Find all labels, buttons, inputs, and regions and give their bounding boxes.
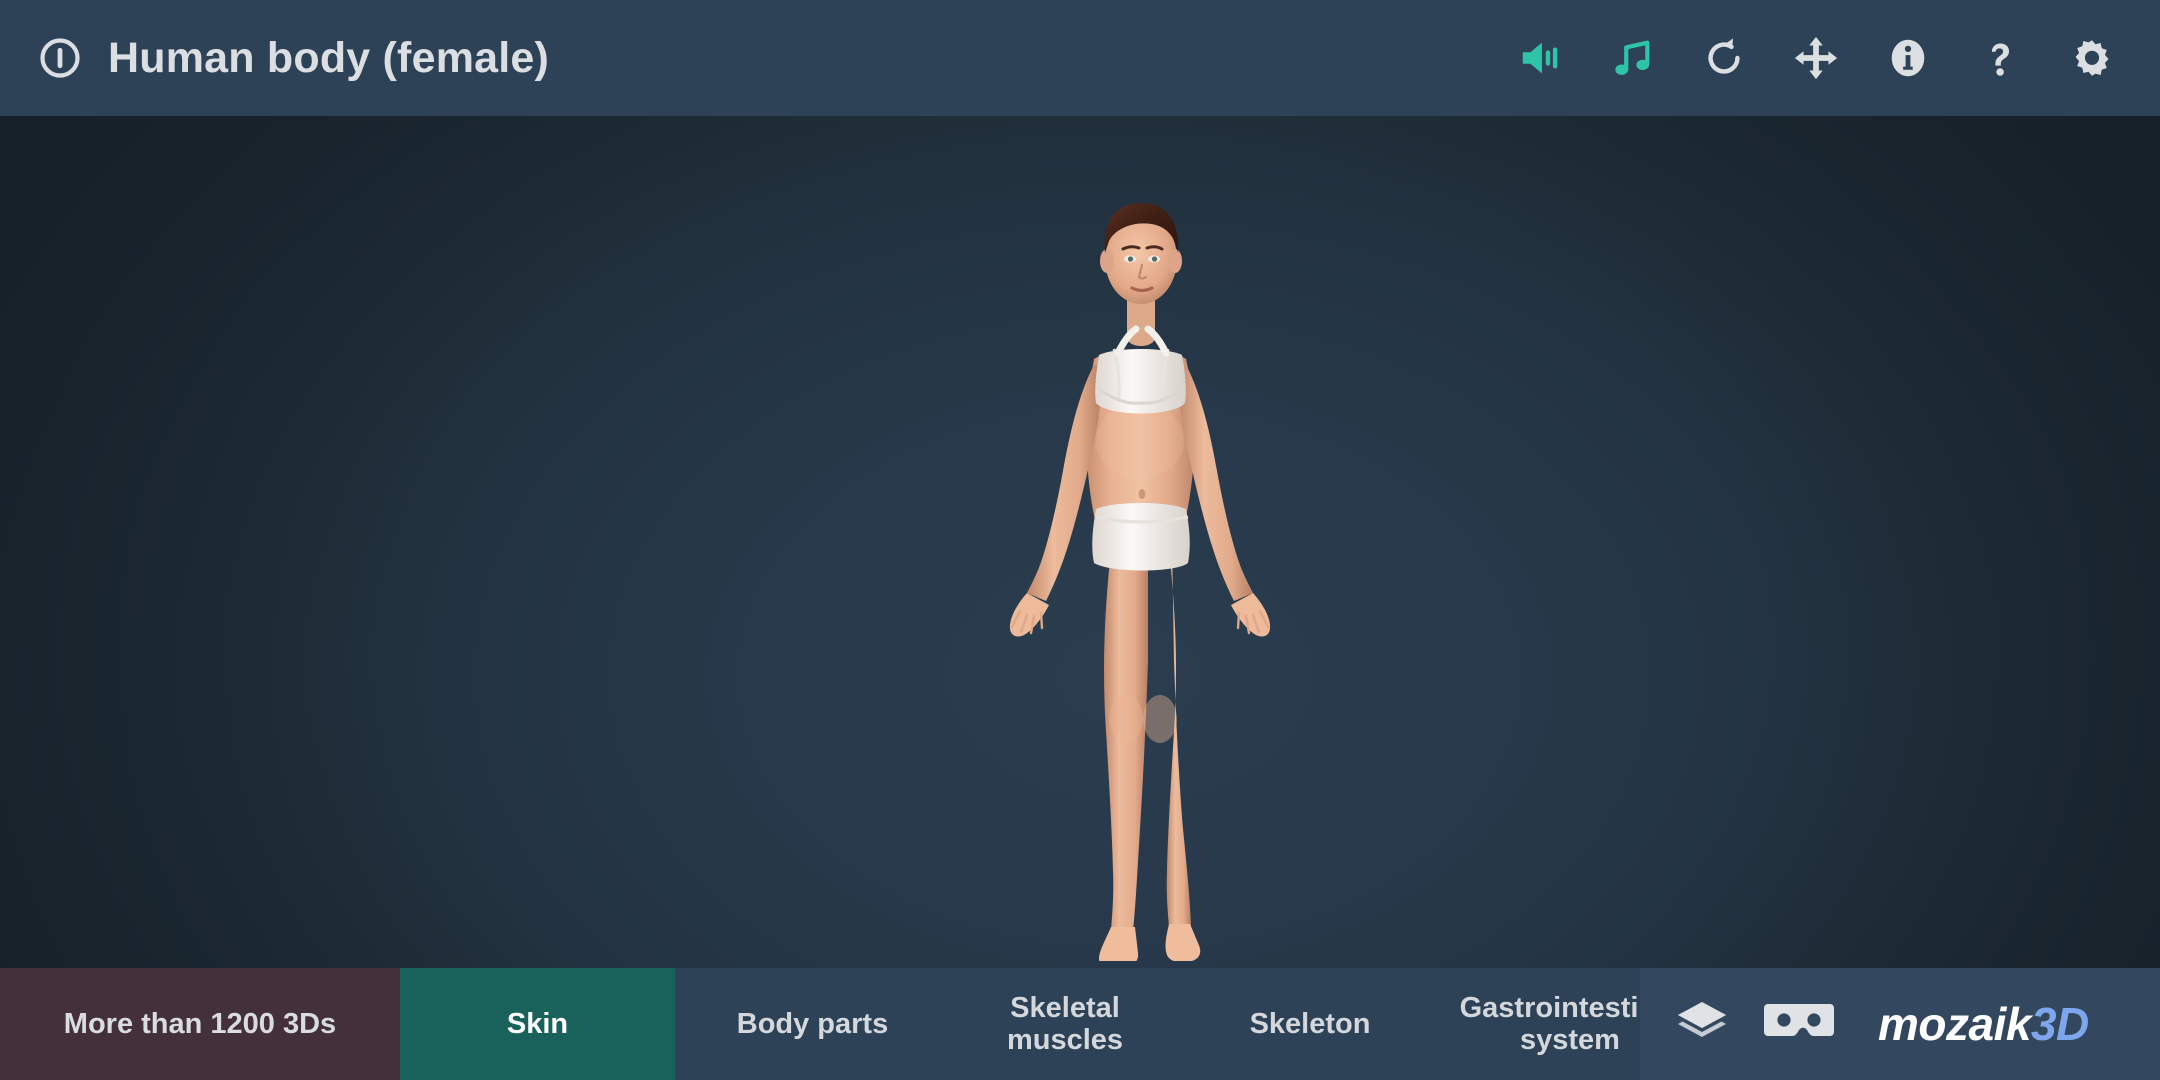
model-viewport[interactable] [0,116,2160,1080]
nav-tab-gastrointestinal-system[interactable]: Gastrointestinal system [1440,968,1640,1080]
rotate-icon[interactable] [1700,34,1748,82]
brand-panel: mozaik3D [1640,968,2160,1080]
logo-text-accent: 3D [2030,998,2089,1050]
nav-tab-strip[interactable]: More than 1200 3Ds Skin Body parts Skele… [0,968,1640,1080]
bottom-bar: More than 1200 3Ds Skin Body parts Skele… [0,968,2160,1080]
nav-tab-body-parts[interactable]: Body parts [675,968,950,1080]
title-group: Human body (female) [38,34,549,83]
mozaik3d-logo[interactable]: mozaik3D [1878,997,2089,1051]
logo-text-primary: mozaik [1878,998,2031,1050]
app-root: Human body (female) More than 1200 3Ds S… [0,0,2160,1080]
info-icon[interactable] [1884,34,1932,82]
viewport-scene[interactable] [0,116,2160,1080]
page-title: Human body (female) [108,33,550,82]
toolbar [1516,34,2116,82]
settings-icon[interactable] [2068,34,2116,82]
nav-tab-promo[interactable]: More than 1200 3Ds [0,968,400,1080]
volume-icon[interactable] [1516,34,1564,82]
help-icon[interactable] [1976,34,2024,82]
nav-tab-skin[interactable]: Skin [400,968,675,1080]
layers-icon[interactable] [1676,996,1728,1053]
music-icon[interactable] [1608,34,1656,82]
nav-tab-skeleton[interactable]: Skeleton [1180,968,1440,1080]
vr-goggles-icon[interactable] [1762,998,1836,1051]
move-icon[interactable] [1792,34,1840,82]
nav-tab-skeletal-muscles[interactable]: Skeletal muscles [950,968,1180,1080]
human-figure-model[interactable] [880,141,1400,961]
header-bar: Human body (female) [0,0,2160,116]
power-circle-icon[interactable] [38,36,82,80]
